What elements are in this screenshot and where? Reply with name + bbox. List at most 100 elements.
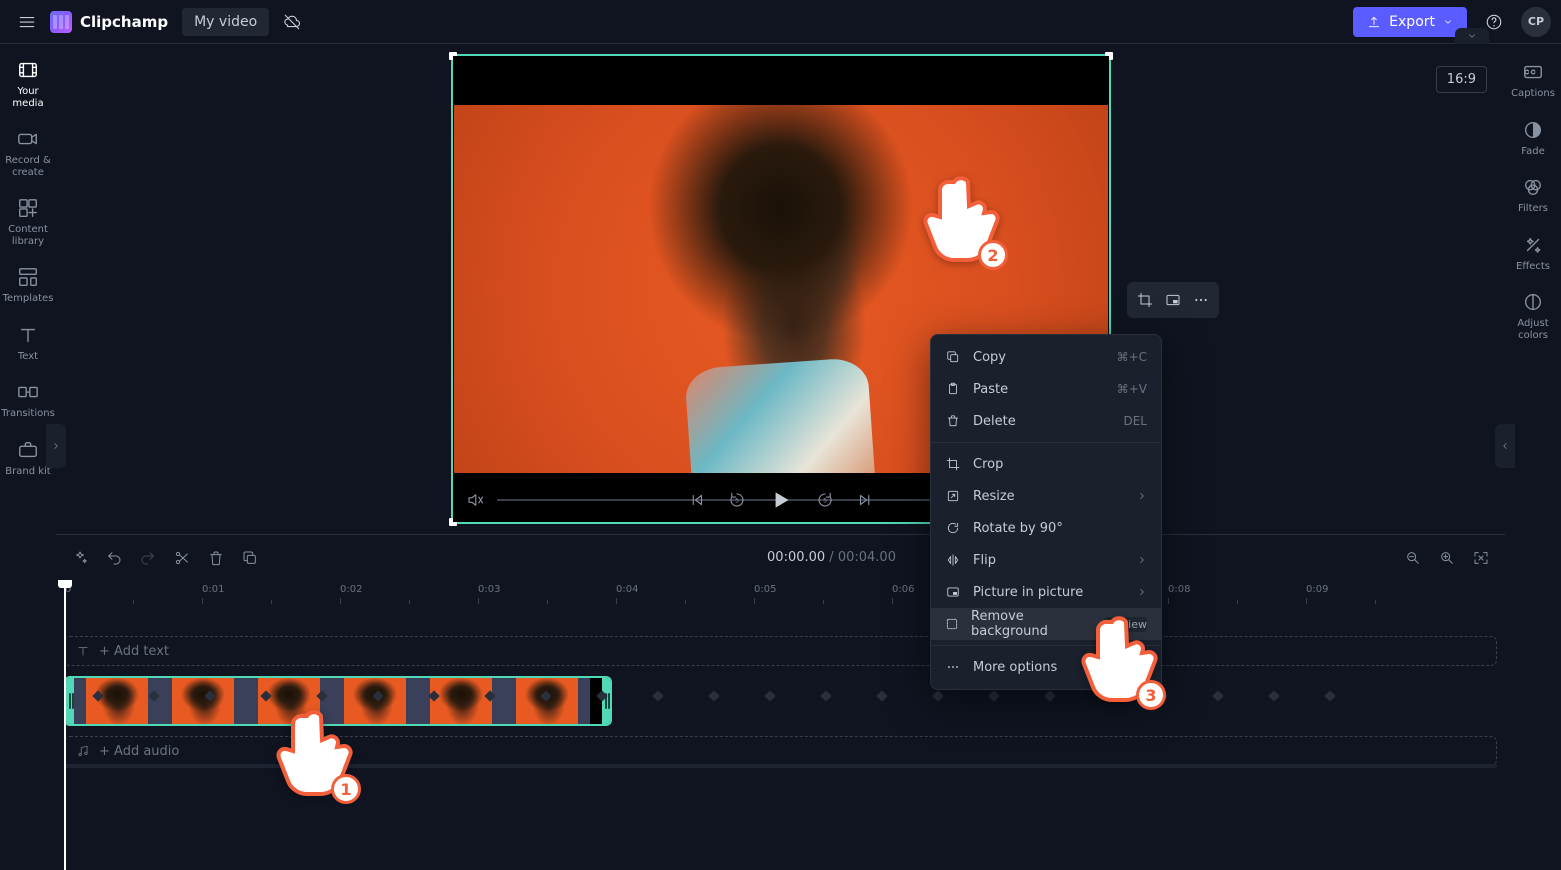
total-time: 00:04.00 bbox=[838, 550, 896, 565]
captions-icon bbox=[1521, 60, 1545, 84]
user-avatar[interactable]: CP bbox=[1521, 7, 1551, 37]
skip-start-button[interactable] bbox=[685, 488, 709, 512]
adjust-colors-icon bbox=[1521, 290, 1545, 314]
skip-end-button[interactable] bbox=[853, 488, 877, 512]
ruler-tick-label: 0:06 bbox=[892, 584, 914, 595]
camera-icon bbox=[16, 127, 40, 151]
ctx-remove-background[interactable]: Remove background Preview bbox=[931, 608, 1161, 640]
library-icon bbox=[16, 196, 40, 220]
sidebar-item-templates[interactable]: Templates bbox=[2, 259, 54, 311]
export-label: Export bbox=[1389, 14, 1435, 30]
sidebar-label: Templates bbox=[3, 293, 54, 305]
sidebar-item-text[interactable]: Text bbox=[2, 317, 54, 369]
ctx-delete[interactable]: Delete DEL bbox=[931, 405, 1161, 437]
ctx-label: Remove background bbox=[971, 609, 1084, 639]
delete-button[interactable] bbox=[202, 544, 230, 572]
chevron-down-icon bbox=[1443, 17, 1453, 27]
aspect-ratio-selector[interactable]: 16:9 bbox=[1436, 66, 1487, 93]
sidebar-label: Brand kit bbox=[5, 466, 50, 478]
sidebar-item-content-library[interactable]: Content library bbox=[2, 190, 54, 253]
export-button[interactable]: Export bbox=[1353, 7, 1467, 37]
sidebar-item-filters[interactable]: Filters bbox=[1507, 169, 1559, 221]
ruler-tick-label: 0:02 bbox=[340, 584, 362, 595]
crop-button[interactable] bbox=[1131, 286, 1159, 314]
ctx-flip[interactable]: Flip bbox=[931, 544, 1161, 576]
remove-bg-icon bbox=[945, 616, 959, 632]
more-button[interactable] bbox=[1187, 286, 1215, 314]
sidebar-label: Fade bbox=[1521, 146, 1544, 158]
add-text-track[interactable]: + Add text bbox=[64, 636, 1497, 666]
sidebar-item-record-create[interactable]: Record & create bbox=[2, 121, 54, 184]
forward-5-button[interactable]: 5 bbox=[813, 488, 837, 512]
paste-icon bbox=[945, 381, 961, 397]
right-rail-expand-toggle[interactable] bbox=[1495, 424, 1515, 468]
editor-center: 16:9 5 5 bbox=[56, 44, 1505, 870]
play-button[interactable] bbox=[765, 484, 797, 516]
brand: Clipchamp bbox=[50, 11, 168, 33]
text-icon bbox=[75, 643, 91, 659]
more-icon bbox=[945, 659, 961, 675]
add-audio-track[interactable]: + Add audio bbox=[64, 736, 1497, 766]
svg-text:5: 5 bbox=[823, 497, 827, 504]
rewind-5-button[interactable]: 5 bbox=[725, 488, 749, 512]
timeline: 0 0:01 0:02 0:03 0:04 0:05 0:06 0:07 0:0… bbox=[56, 580, 1505, 870]
ai-magic-button[interactable] bbox=[66, 544, 94, 572]
sidebar-item-captions[interactable]: Captions bbox=[1507, 54, 1559, 106]
sidebar-item-adjust-colors[interactable]: Adjust colors bbox=[1507, 284, 1559, 347]
copy-icon bbox=[945, 349, 961, 365]
clipchamp-logo-icon bbox=[50, 11, 72, 33]
fade-icon bbox=[1521, 118, 1545, 142]
left-sidebar: Your media Record & create Content libra… bbox=[0, 44, 56, 870]
hamburger-menu-button[interactable] bbox=[10, 5, 44, 39]
rotate-icon bbox=[945, 520, 961, 536]
sidebar-label: Text bbox=[18, 351, 38, 363]
templates-icon bbox=[16, 265, 40, 289]
ctx-label: More options bbox=[973, 660, 1057, 675]
ruler-tick-label: 0:03 bbox=[478, 584, 500, 595]
playhead[interactable] bbox=[64, 580, 66, 870]
sidebar-item-fade[interactable]: Fade bbox=[1507, 112, 1559, 164]
ruler-tick-label: 0:09 bbox=[1306, 584, 1328, 595]
ruler-tick-label: 0:04 bbox=[616, 584, 638, 595]
ctx-paste[interactable]: Paste ⌘+V bbox=[931, 373, 1161, 405]
preview-area: 16:9 5 5 bbox=[56, 44, 1505, 534]
pip-button[interactable] bbox=[1159, 286, 1187, 314]
mute-button[interactable] bbox=[463, 488, 487, 512]
cloud-sync-off-icon[interactable] bbox=[275, 5, 309, 39]
effects-icon bbox=[1521, 233, 1545, 257]
chevron-right-icon bbox=[1137, 555, 1147, 565]
sidebar-label: Effects bbox=[1516, 261, 1550, 273]
timeline-tracks: + Add text bbox=[56, 610, 1505, 774]
zoom-out-button[interactable] bbox=[1399, 544, 1427, 572]
split-button[interactable] bbox=[168, 544, 196, 572]
sidebar-item-your-media[interactable]: Your media bbox=[2, 52, 54, 115]
time-ruler[interactable]: 0 0:01 0:02 0:03 0:04 0:05 0:06 0:07 0:0… bbox=[64, 584, 1497, 610]
crop-icon bbox=[945, 456, 961, 472]
ruler-tick-label: 0:05 bbox=[754, 584, 776, 595]
ruler-tick-label: 0:01 bbox=[202, 584, 224, 595]
duplicate-button[interactable] bbox=[236, 544, 264, 572]
time-sep: / bbox=[825, 550, 838, 565]
sidebar-item-effects[interactable]: Effects bbox=[1507, 227, 1559, 279]
ctx-more-options[interactable]: More options bbox=[931, 651, 1161, 683]
ctx-copy[interactable]: Copy ⌘+C bbox=[931, 341, 1161, 373]
ctx-resize[interactable]: Resize bbox=[931, 480, 1161, 512]
flip-icon bbox=[945, 552, 961, 568]
right-sidebar: Captions Fade Filters Effects Adjust col… bbox=[1505, 44, 1561, 870]
ctx-label: Rotate by 90° bbox=[973, 521, 1063, 536]
music-note-icon bbox=[75, 743, 91, 759]
sidebar-item-transitions[interactable]: Transitions bbox=[2, 374, 54, 426]
ctx-pip[interactable]: Picture in picture bbox=[931, 576, 1161, 608]
undo-button[interactable] bbox=[100, 544, 128, 572]
ctx-rotate[interactable]: Rotate by 90° bbox=[931, 512, 1161, 544]
timeline-collapse-toggle[interactable] bbox=[1455, 28, 1489, 44]
briefcase-icon bbox=[16, 438, 40, 462]
redo-button[interactable] bbox=[134, 544, 162, 572]
zoom-in-button[interactable] bbox=[1433, 544, 1461, 572]
sidebar-label: Transitions bbox=[1, 408, 55, 420]
project-name[interactable]: My video bbox=[182, 8, 269, 36]
ctx-label: Crop bbox=[973, 457, 1003, 472]
timeline-scrollbar[interactable] bbox=[64, 764, 1497, 768]
ctx-crop[interactable]: Crop bbox=[931, 448, 1161, 480]
zoom-fit-button[interactable] bbox=[1467, 544, 1495, 572]
